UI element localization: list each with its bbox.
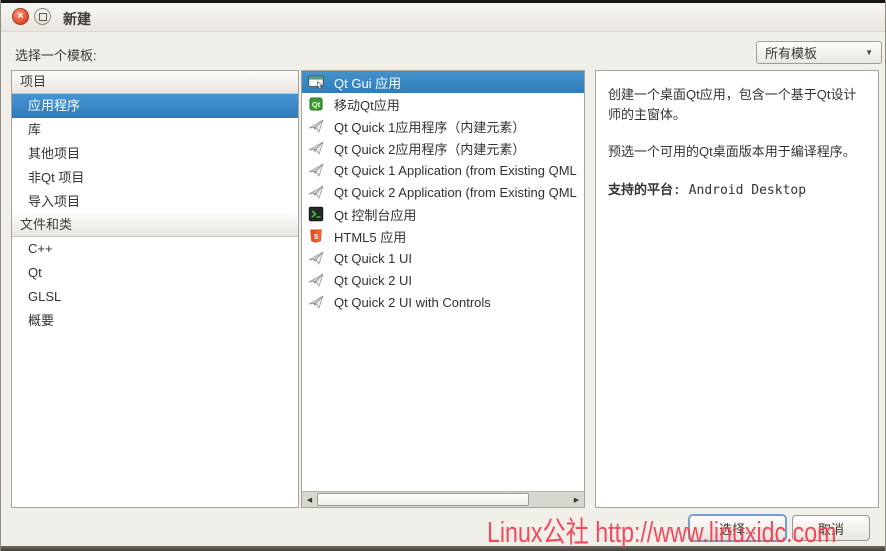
template-label: 移动Qt应用	[334, 97, 400, 113]
scrollbar-thumb[interactable]	[317, 493, 529, 506]
template-label: Qt Quick 1 Application (from Existing QM…	[334, 162, 577, 178]
titlebar[interactable]: × 新建	[1, 3, 885, 32]
scrollbar-track[interactable]	[529, 492, 569, 507]
svg-text:Qt: Qt	[312, 100, 321, 109]
template-row-qtquick1-builtin[interactable]: Qt Quick 1应用程序（内建元素）	[302, 115, 584, 137]
template-label: Qt Quick 1应用程序（内建元素）	[334, 119, 526, 135]
horizontal-scrollbar[interactable]: ◀ ▶	[302, 491, 584, 507]
template-label: Qt Quick 1 UI	[334, 250, 413, 266]
html5-icon: 5	[310, 229, 322, 243]
template-row-qtquick2-ui-controls[interactable]: Qt Quick 2 UI with Controls	[302, 291, 584, 313]
qt-quick-plane-icon	[308, 141, 324, 155]
template-label: HTML5 应用	[334, 229, 407, 245]
combobox-value: 所有模板	[765, 46, 818, 61]
qt-quick-plane-icon	[308, 185, 324, 199]
sidebar-item-libraries[interactable]: 库	[12, 118, 298, 142]
template-description-panel: 创建一个桌面Qt应用，包含一个基于Qt设计师的主窗体。 预选一个可用的Qt桌面版…	[595, 70, 879, 508]
description-paragraph-2: 预选一个可用的Qt桌面版本用于编译程序。	[608, 144, 856, 159]
cancel-button[interactable]: 取消	[792, 515, 870, 541]
close-icon: ×	[17, 10, 24, 22]
close-button[interactable]: ×	[12, 8, 29, 25]
sidebar-item-summary[interactable]: 概要	[12, 309, 298, 333]
qt-quick-plane-icon	[308, 251, 324, 265]
platforms-label: 支持的平台	[608, 181, 674, 197]
new-file-dialog: × 新建 选择一个模板: 所有模板 ▼ 项目 应用程序 库 其他项目 非Qt 项…	[0, 0, 886, 551]
qt-quick-plane-icon	[308, 295, 324, 309]
supported-platforms-line: 支持的平台: Android Desktop	[608, 180, 866, 201]
gui-window-icon	[308, 75, 324, 90]
section-header-projects: 项目	[12, 71, 298, 94]
console-icon	[308, 206, 324, 222]
template-row-qtquick2-builtin[interactable]: Qt Quick 2应用程序（内建元素）	[302, 137, 584, 159]
template-label: Qt Gui 应用	[334, 75, 402, 91]
sidebar-item-other-projects[interactable]: 其他项目	[12, 142, 298, 166]
description-paragraph-1: 创建一个桌面Qt应用，包含一个基于Qt设计师的主窗体。	[608, 87, 857, 122]
template-row-qtquick1-existing-qml[interactable]: Qt Quick 1 Application (from Existing QM…	[302, 159, 584, 181]
sidebar-item-glsl[interactable]: GLSL	[12, 285, 298, 309]
window-title: 新建	[63, 11, 91, 27]
scrollbar-right-arrow-icon[interactable]: ▶	[569, 492, 584, 507]
template-filter-combobox[interactable]: 所有模板 ▼	[756, 41, 882, 64]
template-row-qtquick2-existing-qml[interactable]: Qt Quick 2 Application (from Existing QM…	[302, 181, 584, 203]
maximize-button[interactable]	[34, 8, 51, 25]
section-header-files-classes: 文件和类	[12, 214, 298, 237]
window-bottom-edge	[1, 546, 885, 551]
chevron-down-icon: ▼	[865, 48, 873, 57]
mobile-qt-icon: Qt	[309, 97, 323, 111]
qt-quick-plane-icon	[308, 119, 324, 133]
template-row-html5-app[interactable]: 5 HTML5 应用	[302, 225, 584, 247]
qt-quick-plane-icon	[308, 273, 324, 287]
template-label: Qt Quick 2 Application (from Existing QM…	[334, 184, 577, 200]
sidebar-item-qt[interactable]: Qt	[12, 261, 298, 285]
choose-button[interactable]: 选择...	[689, 515, 786, 541]
choose-template-label: 选择一个模板:	[15, 48, 97, 63]
template-row-qt-gui-app[interactable]: Qt Gui 应用	[302, 71, 584, 93]
sidebar-item-cpp[interactable]: C++	[12, 237, 298, 261]
svg-text:5: 5	[314, 232, 318, 241]
template-label: Qt 控制台应用	[334, 207, 417, 223]
template-label: Qt Quick 2 UI	[334, 272, 413, 288]
sidebar-item-non-qt-projects[interactable]: 非Qt 项目	[12, 166, 298, 190]
template-list-panel: Qt Gui 应用 Qt 移动Qt应用 Qt Quick 1应用程序（内建元素）	[301, 70, 585, 508]
category-panel: 项目 应用程序 库 其他项目 非Qt 项目 导入项目 文件和类 C++ Qt G…	[11, 70, 299, 508]
template-row-qtquick2-ui[interactable]: Qt Quick 2 UI	[302, 269, 584, 291]
platforms-value: : Android Desktop	[673, 182, 807, 198]
template-label: Qt Quick 2 UI with Controls	[334, 294, 491, 310]
scrollbar-left-arrow-icon[interactable]: ◀	[302, 492, 317, 507]
window-top-edge	[1, 0, 885, 3]
sidebar-item-import-project[interactable]: 导入项目	[12, 190, 298, 214]
maximize-icon	[39, 13, 47, 21]
template-row-mobile-qt-app[interactable]: Qt 移动Qt应用	[302, 93, 584, 115]
qt-quick-plane-icon	[308, 163, 324, 177]
template-row-qt-console-app[interactable]: Qt 控制台应用	[302, 203, 584, 225]
template-label: Qt Quick 2应用程序（内建元素）	[334, 141, 526, 157]
sidebar-item-applications[interactable]: 应用程序	[12, 94, 298, 118]
template-row-qtquick1-ui[interactable]: Qt Quick 1 UI	[302, 247, 584, 269]
